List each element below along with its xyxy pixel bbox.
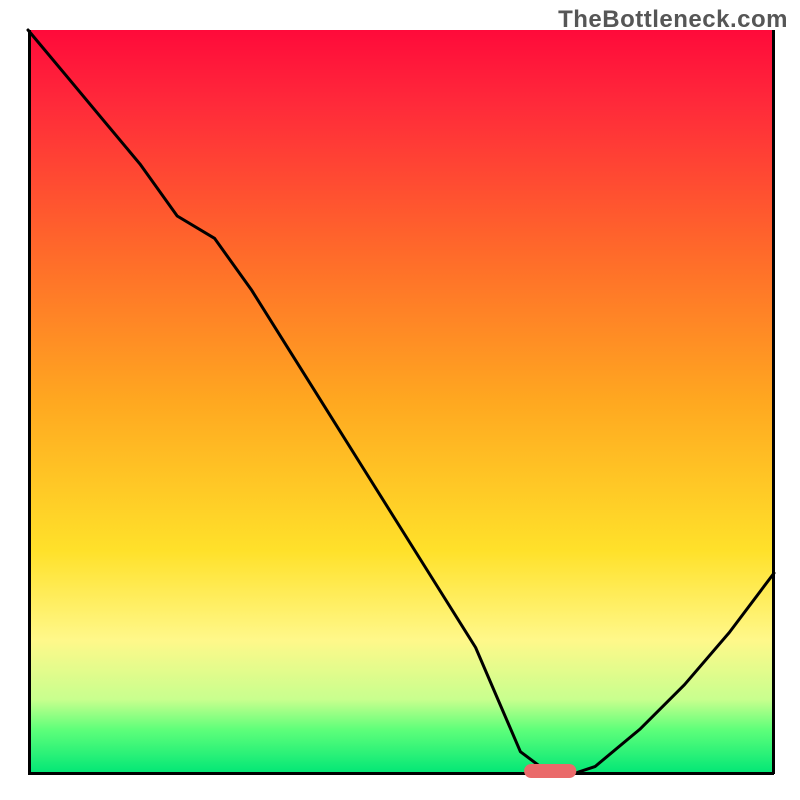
optimal-marker	[524, 764, 576, 778]
bottleneck-curve	[28, 30, 774, 774]
chart-container: TheBottleneck.com	[0, 0, 800, 800]
chart-svg	[28, 30, 774, 774]
